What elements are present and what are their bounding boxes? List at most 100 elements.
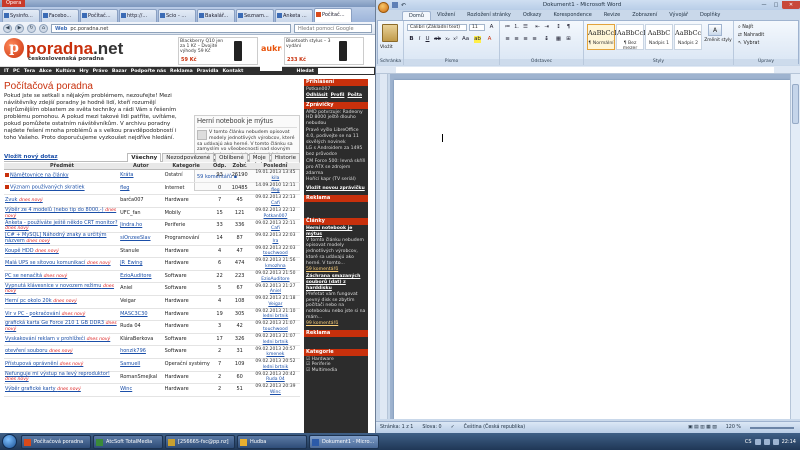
ribbon-tab[interactable]: Rozložení stránky	[461, 11, 517, 20]
article-comments[interactable]: 99 komentářů	[306, 321, 366, 327]
last-post-user[interactable]: Cafi	[271, 201, 280, 206]
change-case-icon[interactable]: Aa	[462, 36, 469, 43]
last-post-user[interactable]: kmozhna	[265, 264, 286, 269]
question-link[interactable]: Vyskakování reklam v prohlížeči	[5, 336, 85, 342]
bold-icon[interactable]: B	[408, 36, 415, 43]
start-button-icon[interactable]	[2, 434, 17, 449]
status-words[interactable]: Slova: 0	[422, 425, 441, 430]
ad-banner-2[interactable]: Bluetooth stylus – 3 vydání 233 Kč	[284, 37, 364, 65]
borders-icon[interactable]: ⊞	[565, 36, 572, 43]
last-post-user[interactable]: ledni brtnik	[263, 314, 289, 319]
filter-tab[interactable]: Oblíbené	[215, 152, 248, 162]
news-item[interactable]: Hořící kapr (TV seriál)	[306, 177, 366, 183]
last-post-user[interactable]: Ruda 04	[266, 377, 285, 382]
question-link[interactable]: Výběr grafické karty	[5, 386, 56, 392]
table-row[interactable]: [C# + MySQL] Náhodný znaky a určitým náz…	[4, 232, 300, 246]
ribbon-tab[interactable]: Zobrazení	[626, 11, 663, 20]
sort-icon[interactable]: ↕	[555, 24, 562, 31]
article-item[interactable]: Záchrana smazaných souborů (dat) z hardd…	[304, 273, 368, 327]
question-cell[interactable]: Výběr ze 4 modelů (nebo tip do 8000,-) d…	[4, 207, 121, 221]
nav-item[interactable]: IT	[4, 69, 9, 74]
last-post-user[interactable]: touchwood	[263, 251, 288, 256]
ad-banner[interactable]: Blackberry Q10 jen za 1 Kč – Dvojité výh…	[178, 37, 258, 65]
strike-icon[interactable]: ab	[434, 36, 441, 43]
style-item[interactable]: AaBbC Nadpis 1	[645, 24, 673, 50]
browser-tab[interactable]: Seznam...	[236, 9, 274, 22]
edit-item[interactable]: ⇄ Nahradit	[738, 32, 764, 40]
column-header[interactable]: Odp.	[210, 163, 229, 170]
shading-icon[interactable]: ▦	[555, 36, 562, 43]
indent-decrease-icon[interactable]: ⇤	[534, 24, 541, 31]
question-link[interactable]: Koupě HDD	[5, 248, 34, 254]
table-row[interactable]: PC se nenačítá dnes nový EzioAuditore Soft…	[4, 270, 300, 284]
numbering-icon[interactable]: ⒈	[513, 24, 520, 31]
home-icon[interactable]: ⌂	[39, 23, 48, 33]
question-cell[interactable]: otevření souboru dnes nový	[4, 345, 121, 359]
ribbon-tab[interactable]: Domů	[402, 11, 431, 20]
subscript-icon[interactable]: x₂	[444, 36, 451, 43]
vertical-scrollbar[interactable]	[790, 74, 800, 419]
last-post-user[interactable]: Aniel	[270, 289, 281, 294]
table-row[interactable]: Přístupová oprávnění dnes nový Samuell Ope…	[4, 358, 300, 372]
question-cell[interactable]: Vypnutá klávesnice v novozem režimu dnes…	[4, 283, 121, 296]
author-cell[interactable]: Jindra.ho	[120, 219, 162, 233]
office-button-icon[interactable]	[378, 1, 389, 13]
news-item[interactable]: AMD potvrzuje: Radeony HD 8000 ještě dlo…	[306, 110, 366, 127]
last-post-user[interactable]: fleg	[271, 188, 279, 193]
status-zoom[interactable]: 120 %	[726, 425, 741, 430]
status-language[interactable]: Čeština (Česká republika)	[464, 425, 525, 430]
filter-tab[interactable]: Nezodpovězené	[162, 152, 215, 162]
network-icon[interactable]	[763, 438, 770, 445]
question-cell[interactable]: grafická karta Ge Force 210 1 GB DDR3 dn…	[4, 320, 121, 334]
author-cell[interactable]: Winc	[120, 383, 162, 397]
table-row[interactable]: grafická karta Ge Force 210 1 GB DDR3 dn…	[4, 321, 300, 334]
account-link[interactable]: Odhlásit	[306, 93, 328, 99]
taskbar-button[interactable]: Dokument1 - Micro...	[309, 434, 379, 449]
question-link[interactable]: Vypnutá klávesnice v novozem režimu	[5, 283, 101, 289]
taskbar-button[interactable]: Hudba	[237, 434, 307, 449]
question-cell[interactable]: Význam používaných skratiek	[4, 182, 121, 196]
table-row[interactable]: Koupě HDD dnes nový Stanule Hardware 4 47 09.…	[4, 245, 300, 259]
justify-icon[interactable]: ≡	[531, 36, 538, 43]
close-icon[interactable]: ✕	[782, 1, 800, 9]
new-question-link[interactable]: Vložit nový dotaz	[4, 154, 126, 160]
question-link[interactable]: Herní pc okolo 20k	[5, 298, 52, 304]
nav-item[interactable]: Kultúra	[56, 69, 76, 74]
filter-tab[interactable]: Všechny	[127, 152, 162, 162]
reload-icon[interactable]: ↻	[27, 23, 36, 33]
edit-item[interactable]: ↖ Vybrat	[738, 40, 764, 48]
question-cell[interactable]: Koupě HDD dnes nový	[4, 245, 121, 259]
article-title[interactable]: Záchrana smazaných souborů (dat) z hardd…	[306, 274, 366, 291]
question-link[interactable]: PC se nenačítá	[5, 273, 42, 279]
last-post-user[interactable]: Veigar	[268, 302, 282, 307]
author-cell[interactable]: MASC3C30	[120, 308, 162, 322]
add-news-link[interactable]: Vložit novou zprávičku	[304, 185, 368, 193]
edit-item[interactable]: ⌕ Najít	[738, 24, 764, 32]
last-post-user[interactable]: Ira	[272, 239, 278, 244]
question-link[interactable]: Malá UPS se sítovou komunikací	[5, 260, 85, 266]
volume-icon[interactable]	[772, 438, 779, 445]
featured-title[interactable]: Herní notebook je mýtus	[197, 118, 297, 128]
question-cell[interactable]: Vyskakování reklam v prohlížeči dnes nov…	[4, 333, 121, 347]
browser-tab[interactable]: Anketa ...	[275, 9, 313, 22]
question-cell[interactable]: PC se nenačítá dnes nový	[4, 270, 121, 284]
nav-item[interactable]: Reklama	[170, 69, 193, 74]
browser-tab[interactable]: Facebo...	[41, 9, 79, 22]
font-color-icon[interactable]: A	[486, 36, 493, 43]
ribbon-tab[interactable]: Vložení	[431, 11, 461, 20]
article-title[interactable]: Herní notebook je mýtus	[306, 226, 366, 238]
last-post-user[interactable]: touchwood	[263, 327, 288, 332]
browser-tab[interactable]: Počítač...	[80, 9, 118, 22]
nav-item[interactable]: Kontakt	[222, 69, 243, 74]
table-row[interactable]: Význam používaných skratiek fleg Internet 0…	[4, 182, 300, 196]
question-link[interactable]: grafická karta Ge Force 210 1 GB DDR3	[5, 320, 104, 327]
paste-icon[interactable]	[382, 24, 398, 42]
account-link[interactable]: Profil	[331, 93, 345, 99]
taskbar-button[interactable]: [256665-fsc@pp.nz]	[165, 434, 235, 449]
nav-item[interactable]: Pravidla	[197, 69, 219, 74]
nav-item[interactable]: Podpořte nás	[131, 69, 166, 74]
nav-search-input[interactable]	[318, 68, 374, 74]
filter-tab[interactable]: Historie	[270, 152, 300, 162]
highlight-icon[interactable]: ab	[474, 36, 481, 43]
last-post-user[interactable]: Cafi	[271, 226, 280, 231]
